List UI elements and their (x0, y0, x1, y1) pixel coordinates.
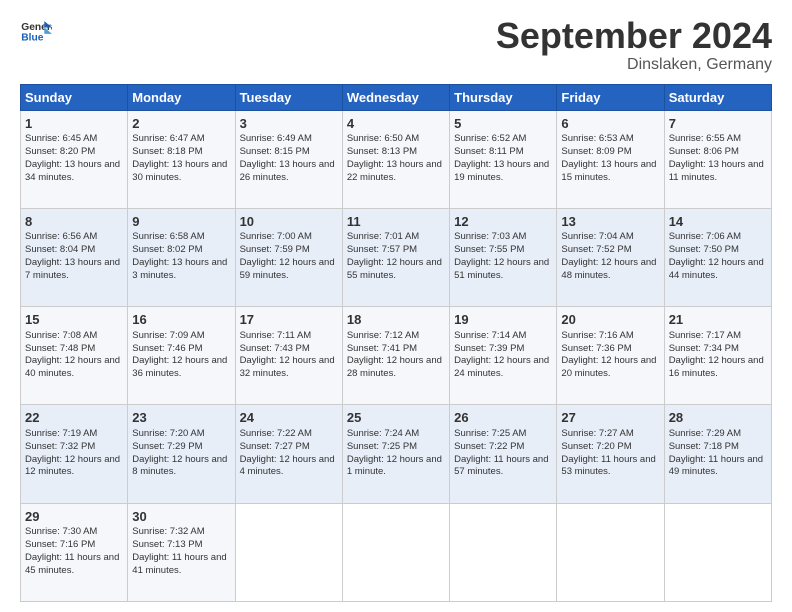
empty-cell (342, 503, 449, 601)
column-header-row: Sunday Monday Tuesday Wednesday Thursday… (21, 84, 772, 110)
day-9: 9 Sunrise: 6:58 AMSunset: 8:02 PMDayligh… (128, 208, 235, 306)
day-12: 12 Sunrise: 7:03 AMSunset: 7:55 PMDaylig… (450, 208, 557, 306)
col-wednesday: Wednesday (342, 84, 449, 110)
day-11: 11 Sunrise: 7:01 AMSunset: 7:57 PMDaylig… (342, 208, 449, 306)
day-23: 23 Sunrise: 7:20 AMSunset: 7:29 PMDaylig… (128, 405, 235, 503)
page: General Blue September 2024 Dinslaken, G… (0, 0, 792, 612)
empty-cell (664, 503, 771, 601)
day-15: 15 Sunrise: 7:08 AMSunset: 7:48 PMDaylig… (21, 307, 128, 405)
col-saturday: Saturday (664, 84, 771, 110)
empty-cell (235, 503, 342, 601)
col-thursday: Thursday (450, 84, 557, 110)
day-7: 7 Sunrise: 6:55 AMSunset: 8:06 PMDayligh… (664, 110, 771, 208)
day-18: 18 Sunrise: 7:12 AMSunset: 7:41 PMDaylig… (342, 307, 449, 405)
day-24: 24 Sunrise: 7:22 AMSunset: 7:27 PMDaylig… (235, 405, 342, 503)
col-sunday: Sunday (21, 84, 128, 110)
col-friday: Friday (557, 84, 664, 110)
day-27: 27 Sunrise: 7:27 AMSunset: 7:20 PMDaylig… (557, 405, 664, 503)
logo-icon: General Blue (20, 16, 52, 48)
header: General Blue September 2024 Dinslaken, G… (20, 16, 772, 74)
empty-cell (450, 503, 557, 601)
day-22: 22 Sunrise: 7:19 AMSunset: 7:32 PMDaylig… (21, 405, 128, 503)
table-row: 15 Sunrise: 7:08 AMSunset: 7:48 PMDaylig… (21, 307, 772, 405)
day-30: 30 Sunrise: 7:32 AMSunset: 7:13 PMDaylig… (128, 503, 235, 601)
day-2: 2 Sunrise: 6:47 AMSunset: 8:18 PMDayligh… (128, 110, 235, 208)
day-21: 21 Sunrise: 7:17 AMSunset: 7:34 PMDaylig… (664, 307, 771, 405)
table-row: 8 Sunrise: 6:56 AMSunset: 8:04 PMDayligh… (21, 208, 772, 306)
day-25: 25 Sunrise: 7:24 AMSunset: 7:25 PMDaylig… (342, 405, 449, 503)
day-29: 29 Sunrise: 7:30 AMSunset: 7:16 PMDaylig… (21, 503, 128, 601)
day-20: 20 Sunrise: 7:16 AMSunset: 7:36 PMDaylig… (557, 307, 664, 405)
location: Dinslaken, Germany (496, 56, 772, 74)
table-row: 22 Sunrise: 7:19 AMSunset: 7:32 PMDaylig… (21, 405, 772, 503)
day-5: 5 Sunrise: 6:52 AMSunset: 8:11 PMDayligh… (450, 110, 557, 208)
day-16: 16 Sunrise: 7:09 AMSunset: 7:46 PMDaylig… (128, 307, 235, 405)
logo: General Blue (20, 16, 52, 48)
month-title: September 2024 (496, 16, 772, 56)
empty-cell (557, 503, 664, 601)
day-17: 17 Sunrise: 7:11 AMSunset: 7:43 PMDaylig… (235, 307, 342, 405)
day-14: 14 Sunrise: 7:06 AMSunset: 7:50 PMDaylig… (664, 208, 771, 306)
day-13: 13 Sunrise: 7:04 AMSunset: 7:52 PMDaylig… (557, 208, 664, 306)
day-4: 4 Sunrise: 6:50 AMSunset: 8:13 PMDayligh… (342, 110, 449, 208)
day-1: 1 Sunrise: 6:45 AMSunset: 8:20 PMDayligh… (21, 110, 128, 208)
day-28: 28 Sunrise: 7:29 AMSunset: 7:18 PMDaylig… (664, 405, 771, 503)
calendar-table: Sunday Monday Tuesday Wednesday Thursday… (20, 84, 772, 602)
day-6: 6 Sunrise: 6:53 AMSunset: 8:09 PMDayligh… (557, 110, 664, 208)
day-10: 10 Sunrise: 7:00 AMSunset: 7:59 PMDaylig… (235, 208, 342, 306)
day-3: 3 Sunrise: 6:49 AMSunset: 8:15 PMDayligh… (235, 110, 342, 208)
table-row: 1 Sunrise: 6:45 AMSunset: 8:20 PMDayligh… (21, 110, 772, 208)
day-8: 8 Sunrise: 6:56 AMSunset: 8:04 PMDayligh… (21, 208, 128, 306)
title-block: September 2024 Dinslaken, Germany (496, 16, 772, 74)
day-26: 26 Sunrise: 7:25 AMSunset: 7:22 PMDaylig… (450, 405, 557, 503)
table-row: 29 Sunrise: 7:30 AMSunset: 7:16 PMDaylig… (21, 503, 772, 601)
col-tuesday: Tuesday (235, 84, 342, 110)
col-monday: Monday (128, 84, 235, 110)
svg-text:Blue: Blue (21, 32, 43, 43)
day-19: 19 Sunrise: 7:14 AMSunset: 7:39 PMDaylig… (450, 307, 557, 405)
